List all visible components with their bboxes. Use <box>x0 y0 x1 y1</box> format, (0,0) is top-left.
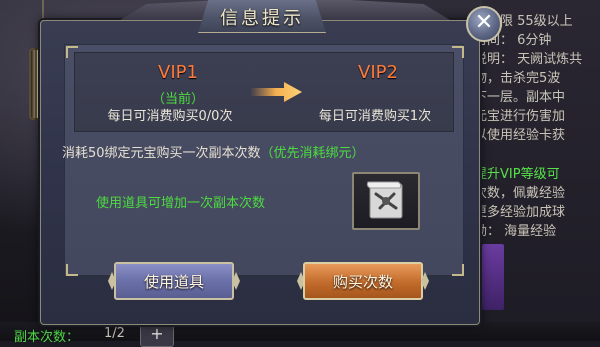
scroll-icon <box>366 181 403 219</box>
description-line: 元宝进行伤害加 <box>474 109 566 124</box>
corner-ornament <box>452 264 464 276</box>
purchase-text: 消耗50绑定元宝购买一次副本次数 <box>62 146 261 161</box>
use-item-button[interactable]: 使用道具 <box>114 262 234 300</box>
vip-current-desc: 每日可消费购买0/0次 <box>107 109 233 124</box>
background-button-fragment <box>482 244 504 310</box>
vip-tip-line: 提升VIP等级可 <box>474 167 560 182</box>
purchase-hint: （优先消耗绑元） <box>260 146 365 161</box>
vip-current-level: VIP1 <box>158 62 198 83</box>
vip-next-level: VIP2 <box>358 62 398 83</box>
add-count-button[interactable]: + <box>140 323 174 347</box>
buy-count-button[interactable]: 购买次数 <box>303 262 423 300</box>
item-hint: 使用道具可增加一次副本次数 <box>96 196 266 211</box>
reward-text: 励： 海量经验 <box>474 224 557 239</box>
description-line: 物，击杀完5波 <box>474 71 561 86</box>
description-line: 以使用经验卡获 <box>474 128 566 143</box>
description-line: 更多经验加成球 <box>474 205 566 220</box>
close-button[interactable]: ✕ <box>466 6 502 42</box>
copy-count-value: 1/2 <box>104 326 125 341</box>
description-line: 下一层。副本中 <box>474 90 566 105</box>
item-slot[interactable] <box>352 172 420 230</box>
dialog-title: 信息提示 <box>220 8 304 29</box>
corner-ornament <box>66 264 78 276</box>
description-line: 说明： 天阙试炼共 <box>474 52 583 67</box>
description-line: 次数，佩戴经验 <box>474 186 566 201</box>
vip-next-desc: 每日可消费购买1次 <box>318 109 432 124</box>
arrow-right-icon <box>250 82 302 102</box>
copy-count-label: 副本次数： <box>14 330 80 345</box>
purchase-info: 消耗50绑定元宝购买一次副本次数（优先消耗绑元） <box>62 142 482 161</box>
